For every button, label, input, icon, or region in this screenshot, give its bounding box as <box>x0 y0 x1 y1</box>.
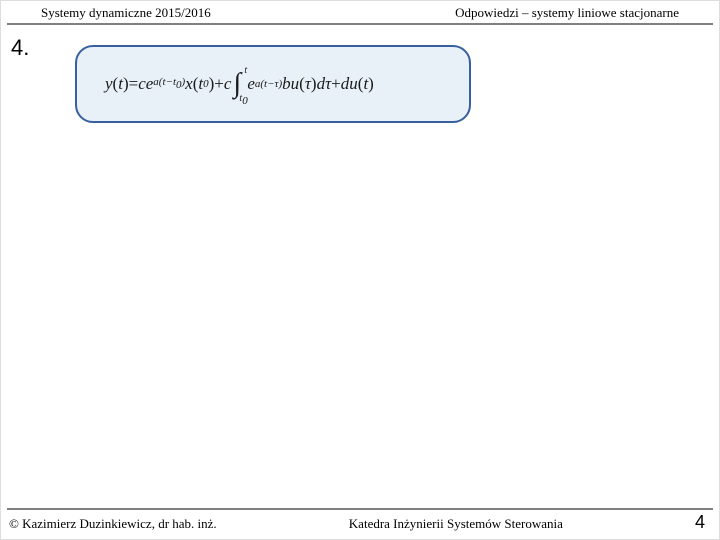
f-plus2: + <box>331 74 341 94</box>
formula-box: y(t)= cea(t−t0)x(t0)+c∫tt0 ea(t−τ)bu(τ)d… <box>75 45 471 123</box>
slide-header: Systemy dynamiczne 2015/2016 Odpowiedzi … <box>1 1 719 23</box>
slide-footer: © Kazimierz Duzinkiewicz, dr hab. inż. K… <box>1 508 719 539</box>
f-y: y <box>105 74 113 94</box>
f-ce: ce <box>138 74 153 94</box>
formula-expression: y(t)= cea(t−t0)x(t0)+c∫tt0 ea(t−τ)bu(τ)d… <box>105 74 374 94</box>
f-x: x <box>185 74 193 94</box>
f-e: e <box>247 74 255 94</box>
slide: Systemy dynamiczne 2015/2016 Odpowiedzi … <box>0 0 720 540</box>
f-eq: )= <box>123 74 138 94</box>
footer-row: © Kazimierz Duzinkiewicz, dr hab. inż. K… <box>1 512 719 539</box>
f-du: du <box>341 74 358 94</box>
header-divider <box>7 23 713 25</box>
integral-icon: ∫tt0 <box>233 76 241 93</box>
item-number: 4. <box>11 35 29 61</box>
f-exp1: a(t−t0) <box>153 82 185 85</box>
f-rp4: ) <box>368 74 374 94</box>
f-c: c <box>224 74 232 94</box>
footer-divider <box>7 508 713 510</box>
f-d: d <box>317 74 326 94</box>
header-left-text: Systemy dynamiczne 2015/2016 <box>41 5 211 21</box>
f-rp-plus: )+ <box>209 74 224 94</box>
int-upper: t <box>244 68 247 74</box>
int-lower: t0 <box>239 96 247 102</box>
footer-department: Katedra Inżynierii Systemów Sterowania <box>217 516 695 532</box>
f-exp1a: a(t−t <box>153 76 176 88</box>
int-lower-0: 0 <box>242 95 248 107</box>
footer-author: © Kazimierz Duzinkiewicz, dr hab. inż. <box>9 516 217 532</box>
header-right-text: Odpowiedzi – systemy liniowe stacjonarne <box>455 5 679 21</box>
f-bu: bu <box>282 74 299 94</box>
page-number: 4 <box>695 512 711 533</box>
